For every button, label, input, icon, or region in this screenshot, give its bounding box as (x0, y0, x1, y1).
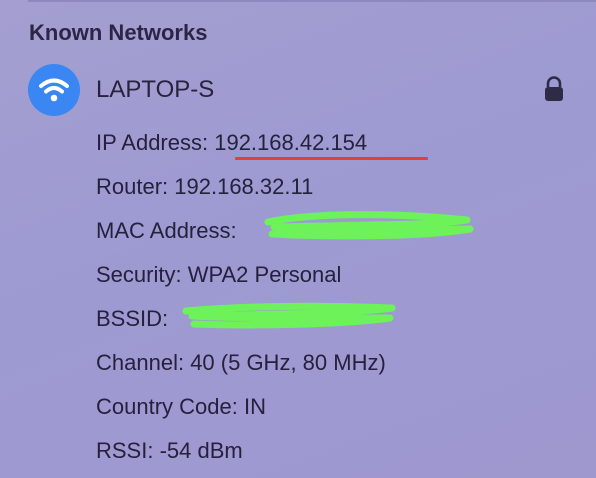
detail-label: MAC Address: (96, 218, 237, 243)
detail-value: WPA2 Personal (187, 262, 342, 287)
wifi-icon (28, 64, 80, 116)
detail-security: Security: WPA2 Personal (96, 258, 386, 302)
ip-underline-annotation (235, 157, 428, 160)
top-divider (28, 0, 596, 2)
detail-label: Channel: (96, 350, 191, 375)
bssid-redaction-scribble (182, 302, 396, 329)
detail-country-code: Country Code: IN (96, 390, 386, 434)
network-name: LAPTOP-S (96, 76, 215, 103)
section-title: Known Networks (29, 20, 208, 45)
detail-ip-address: IP Address: 192.168.42.154 (96, 126, 386, 170)
known-network-item[interactable]: LAPTOP-S (28, 64, 573, 116)
detail-value: 40 (5 GHz, 80 MHz) (190, 350, 386, 375)
detail-label: IP Address: (96, 130, 215, 155)
mac-redaction-scribble (264, 211, 474, 240)
detail-value: IN (243, 394, 266, 419)
detail-rssi: RSSI: -54 dBm (96, 434, 386, 478)
lock-icon (543, 76, 565, 107)
detail-channel: Channel: 40 (5 GHz, 80 MHz) (96, 346, 386, 390)
detail-value: 192.168.42.154 (214, 130, 368, 155)
detail-label: BSSID: (96, 306, 169, 331)
detail-label: RSSI: (96, 438, 160, 463)
detail-label: Router: (96, 174, 175, 199)
detail-value: 192.168.32.11 (174, 174, 314, 199)
detail-value: -54 dBm (159, 438, 243, 463)
detail-label: Country Code: (96, 394, 244, 419)
detail-router: Router: 192.168.32.11 (96, 170, 386, 214)
detail-label: Security: (96, 262, 188, 287)
